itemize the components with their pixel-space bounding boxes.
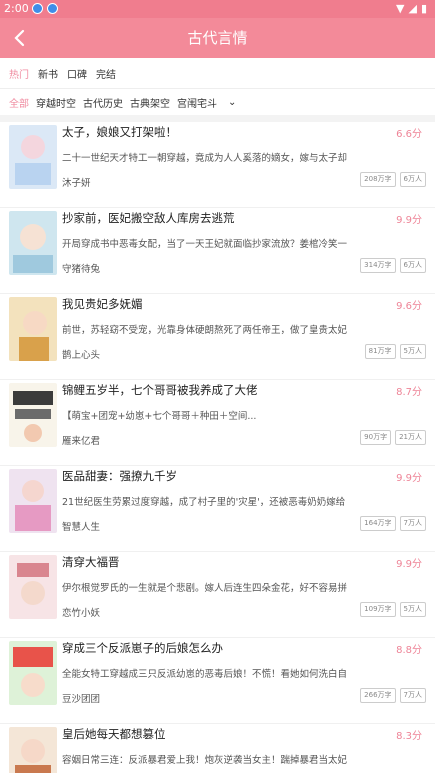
book-score: 8.3分 — [396, 731, 422, 742]
sort-tab-reputation[interactable]: 口碑 — [67, 66, 87, 81]
page-title: 古代言情 — [187, 29, 248, 47]
book-cover — [9, 469, 57, 533]
book-description: 前世，苏轻窈不受宠，光靠身体硬朗熬死了两任帝王，做了皇贵太妃 — [62, 325, 348, 336]
reader-count-tag: 5万人 — [399, 344, 426, 359]
book-author: 恋竹小妖 — [62, 608, 101, 619]
category-tab-time-travel[interactable]: 穿越时空 — [36, 95, 76, 110]
word-count-tag: 266万字 — [360, 688, 396, 703]
book-author: 守猪待兔 — [62, 264, 101, 275]
book-description: 21世纪医生劳累过度穿越，成了村子里的'灾星'，还被恶毒奶奶嫁给 — [62, 497, 346, 508]
notification-icon — [47, 3, 58, 14]
word-count-tag: 90万字 — [360, 430, 392, 445]
category-tabs: 全部 穿越时空 古代历史 古典架空 宫闱宅斗 ⌄ — [0, 89, 435, 115]
book-score: 9.9分 — [396, 215, 422, 226]
book-list: 太子，娘娘又打架啦！ 6.6分 二十一世纪天才特工一朝穿越，竟成为人人奚落的嫡女… — [0, 122, 435, 773]
book-row[interactable]: 清穿大福晋 9.9分 伊尔根觉罗氏的一生就是个悲剧。嫁人后连生四朵金花，好不容易… — [0, 552, 435, 638]
reader-count-tag: 21万人 — [395, 430, 426, 445]
book-title: 清穿大福晋 — [62, 555, 120, 569]
sort-tab-new[interactable]: 新书 — [38, 66, 58, 81]
notification-icon — [32, 3, 43, 14]
book-title: 皇后她每天都想篡位 — [62, 727, 166, 741]
book-title: 医品甜妻：强撩九千岁 — [62, 469, 177, 483]
section-gap — [0, 115, 435, 122]
book-cover — [9, 383, 57, 447]
book-author: 沐子妍 — [62, 178, 91, 189]
word-count-tag: 109万字 — [360, 602, 396, 617]
book-score: 6.6分 — [396, 129, 422, 140]
reader-count-tag: 7万人 — [399, 516, 426, 531]
book-cover — [9, 727, 57, 773]
book-description: 容姻日常三连：反派暴君爱上我！炮灰逆袭当女主！踹掉暴君当太妃 — [62, 755, 348, 766]
status-time: 2:00 — [4, 2, 29, 15]
book-description: 全能女特工穿越成三只反派幼崽的恶毒后娘！不慌！看她如何洗白自 — [62, 669, 348, 680]
sort-tab-hot[interactable]: 热门 — [9, 66, 29, 81]
wifi-icon: ▼ — [396, 2, 405, 15]
word-count-tag: 164万字 — [360, 516, 396, 531]
category-tab-ancient-history[interactable]: 古代历史 — [83, 95, 123, 110]
book-row[interactable]: 太子，娘娘又打架啦！ 6.6分 二十一世纪天才特工一朝穿越，竟成为人人奚落的嫡女… — [0, 122, 435, 208]
word-count-tag: 81万字 — [364, 344, 396, 359]
book-row[interactable]: 皇后她每天都想篡位 8.3分 容姻日常三连：反派暴君爱上我！炮灰逆袭当女主！踹掉… — [0, 724, 435, 773]
book-cover — [9, 211, 57, 275]
book-description: 【萌宝+团宠+幼崽+七个哥哥＋种田＋空间... — [62, 411, 257, 422]
app-bar: 古代言情 — [0, 18, 435, 58]
book-description: 开局穿成书中恶毒女配，当了一天王妃就面临抄家流放？姜棺冷笑一 — [62, 239, 348, 250]
book-author: 鹊上心头 — [62, 350, 101, 361]
book-title: 我见贵妃多妩媚 — [62, 297, 143, 311]
signal-icon: ◢ — [408, 2, 417, 15]
category-tab-classical-fantasy[interactable]: 古典架空 — [130, 95, 170, 110]
book-score: 8.8分 — [396, 645, 422, 656]
book-description: 二十一世纪天才特工一朝穿越，竟成为人人奚落的嫡女，嫁与太子却 — [62, 153, 348, 164]
word-count-tag: 314万字 — [360, 258, 396, 273]
reader-count-tag: 7万人 — [399, 688, 426, 703]
sort-tabs: 热门 新书 口碑 完结 — [0, 58, 435, 88]
status-bar: 2:00 ▼ ◢ ▮ — [0, 0, 435, 18]
category-tab-all[interactable]: 全部 — [9, 95, 29, 110]
book-title: 太子，娘娘又打架啦！ — [62, 125, 177, 139]
book-title: 锦鲤五岁半，七个哥哥被我养成了大佬 — [62, 383, 258, 397]
chevron-down-icon[interactable]: ⌄ — [228, 97, 236, 108]
book-cover — [9, 641, 57, 705]
book-score: 9.9分 — [396, 473, 422, 484]
reader-count-tag: 5万人 — [399, 602, 426, 617]
book-score: 8.7分 — [396, 387, 422, 398]
battery-icon: ▮ — [420, 2, 427, 15]
book-title: 穿成三个反派崽子的后娘怎么办 — [62, 641, 223, 655]
book-cover — [9, 125, 57, 189]
book-score: 9.6分 — [396, 301, 422, 312]
book-row[interactable]: 锦鲤五岁半，七个哥哥被我养成了大佬 8.7分 【萌宝+团宠+幼崽+七个哥哥＋种田… — [0, 380, 435, 466]
reader-count-tag: 6万人 — [399, 258, 426, 273]
book-cover — [9, 555, 57, 619]
book-score: 9.9分 — [396, 559, 422, 570]
book-row[interactable]: 穿成三个反派崽子的后娘怎么办 8.8分 全能女特工穿越成三只反派幼崽的恶毒后娘！… — [0, 638, 435, 724]
book-row[interactable]: 医品甜妻：强撩九千岁 9.9分 21世纪医生劳累过度穿越，成了村子里的'灾星'，… — [0, 466, 435, 552]
word-count-tag: 208万字 — [360, 172, 396, 187]
book-cover — [9, 297, 57, 361]
reader-count-tag: 6万人 — [399, 172, 426, 187]
book-author: 雁来亿君 — [62, 436, 101, 447]
book-author: 豆沙团团 — [62, 694, 101, 705]
book-row[interactable]: 我见贵妃多妩媚 9.6分 前世，苏轻窈不受宠，光靠身体硬朗熬死了两任帝王，做了皇… — [0, 294, 435, 380]
book-title: 抄家前，医妃搬空敌人库房去逃荒 — [62, 211, 235, 225]
book-author: 智慧人生 — [62, 522, 101, 533]
category-tab-palace[interactable]: 宫闱宅斗 — [177, 95, 217, 110]
book-row[interactable]: 抄家前，医妃搬空敌人库房去逃荒 9.9分 开局穿成书中恶毒女配，当了一天王妃就面… — [0, 208, 435, 294]
status-icons: ▼ ◢ ▮ — [396, 2, 427, 15]
book-description: 伊尔根觉罗氏的一生就是个悲剧。嫁人后连生四朵金花，好不容易拼 — [62, 583, 348, 594]
sort-tab-finished[interactable]: 完结 — [96, 66, 116, 81]
